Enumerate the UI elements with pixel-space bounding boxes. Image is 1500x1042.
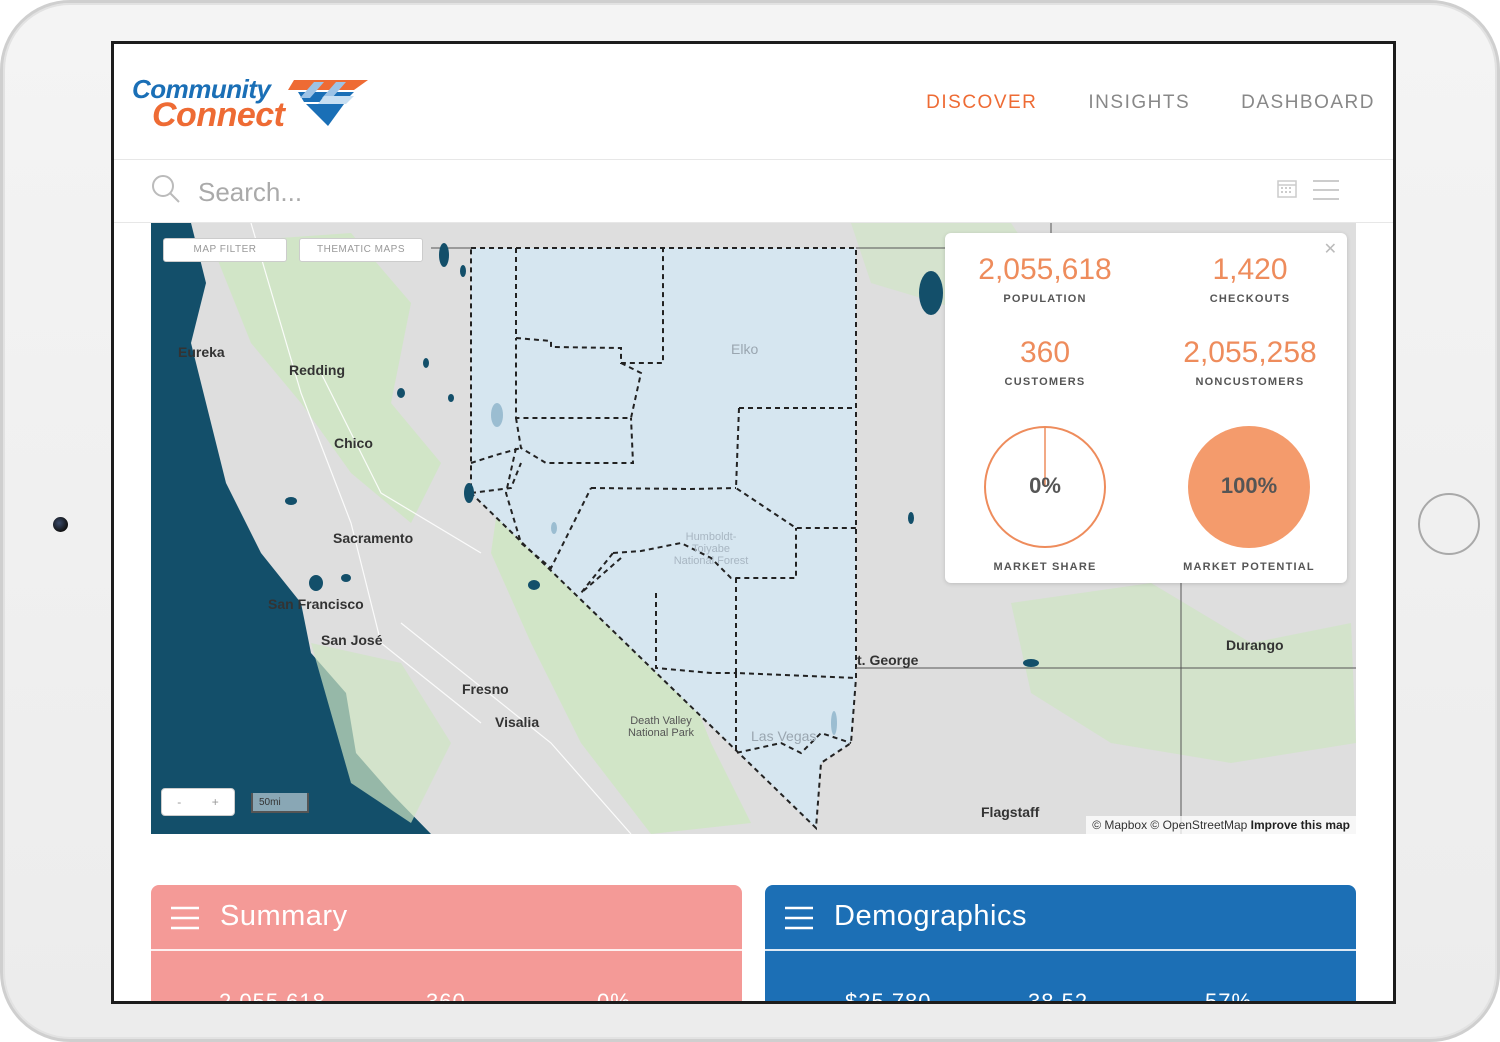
market-potential-pie: 100% [1187, 425, 1311, 549]
map-label-fresno: Fresno [462, 681, 509, 697]
summary-card-values: 2,055,618 360 0% [151, 951, 742, 1004]
community-connect-logo[interactable]: Community Connect [132, 74, 382, 134]
search-icon[interactable] [150, 173, 182, 205]
stat-checkouts-value: 1,420 [1212, 253, 1288, 286]
hamburger-icon[interactable] [785, 906, 813, 930]
map-label-san-francisco: San Francisco [268, 596, 364, 612]
stat-population: 2,055,618 POPULATION [945, 253, 1145, 305]
map-label-flagstaff: Flagstaff [981, 804, 1040, 820]
demographics-value-2: 38.52 [1028, 989, 1089, 1004]
map-label-elko: Elko [731, 341, 759, 357]
map-label-chico: Chico [334, 435, 373, 451]
map-label-death-valley: Death Valley National Park [627, 715, 695, 739]
map-label-eureka: Eureka [178, 344, 225, 360]
demographics-card[interactable]: Demographics $25,780 38.52 57% [765, 885, 1356, 1004]
hamburger-icon[interactable] [171, 906, 199, 930]
calendar-icon[interactable] [1277, 178, 1297, 198]
market-share-label: MARKET SHARE [993, 561, 1097, 573]
market-potential-label: MARKET POTENTIAL [1183, 561, 1315, 573]
home-button[interactable] [1418, 493, 1480, 555]
map-label-st-george: t. George [857, 652, 919, 668]
market-potential-value: 100% [1220, 473, 1278, 498]
map-label-durango: Durango [1226, 637, 1284, 653]
thematic-maps-button[interactable]: THEMATIC MAPS [299, 238, 423, 262]
app-screen: Community Connect DISCOVER INSIGHTS DASH… [111, 41, 1396, 1004]
market-share-pie: 0% [983, 425, 1107, 549]
summary-value-2: 360 [426, 989, 466, 1004]
summary-value-1: 2,055,618 [219, 989, 326, 1004]
demographics-value-1: $25,780 [845, 989, 932, 1004]
demographics-card-title: Demographics [834, 900, 1027, 932]
zoom-control: - + [161, 788, 235, 816]
summary-card[interactable]: Summary 2,055,618 360 0% [151, 885, 742, 1004]
stat-population-label: POPULATION [1003, 293, 1087, 305]
stats-panel: ✕ 2,055,618 POPULATION 1,420 CHECKOUTS 3… [945, 233, 1347, 583]
demographics-value-3: 57% [1205, 989, 1253, 1004]
map-label-sacramento: Sacramento [333, 530, 414, 546]
zoom-in-button[interactable]: + [212, 795, 219, 809]
stat-customers-label: CUSTOMERS [1004, 376, 1086, 388]
improve-map-link[interactable]: Improve this map [1251, 818, 1350, 832]
stat-population-value: 2,055,618 [978, 253, 1112, 286]
logo-mark-icon [288, 80, 368, 126]
search-input[interactable] [198, 172, 798, 212]
map-label-humboldt: Humboldt-Toiyabe National Forest [673, 531, 749, 567]
list-menu-icon[interactable] [1313, 179, 1339, 201]
nav-dashboard[interactable]: DASHBOARD [1241, 92, 1375, 114]
zoom-out-button[interactable]: - [177, 795, 181, 809]
logo-text-connect: Connect [152, 96, 285, 134]
app-header: Community Connect DISCOVER INSIGHTS DASH… [114, 44, 1393, 160]
camera-lens [53, 517, 68, 532]
market-share-value: 0% [1029, 473, 1061, 498]
map-label-las-vegas: Las Vegas [751, 728, 817, 744]
nav-discover[interactable]: DISCOVER [926, 92, 1037, 114]
map-scale: 50mi [251, 793, 309, 813]
map-label-san-jose: San José [321, 632, 383, 648]
map-attribution: © Mapbox © OpenStreetMap Improve this ma… [1086, 816, 1356, 834]
stat-noncustomers-value: 2,055,258 [1183, 336, 1317, 369]
stat-checkouts-label: CHECKOUTS [1209, 293, 1291, 305]
stat-checkouts: 1,420 CHECKOUTS [1150, 253, 1350, 305]
demographics-card-header: Demographics [765, 885, 1356, 951]
tablet-frame: Community Connect DISCOVER INSIGHTS DASH… [0, 0, 1500, 1042]
stat-customers: 360 CUSTOMERS [945, 336, 1145, 388]
map-filter-button[interactable]: MAP FILTER [163, 238, 287, 262]
stat-noncustomers: 2,055,258 NONCUSTOMERS [1150, 336, 1350, 388]
summary-card-header: Summary [151, 885, 742, 951]
summary-value-3: 0% [597, 989, 631, 1004]
nav-insights[interactable]: INSIGHTS [1088, 92, 1190, 114]
map-view[interactable]: MAP FILTER THEMATIC MAPS Eureka Redding … [151, 223, 1356, 834]
main-nav: DISCOVER INSIGHTS DASHBOARD [893, 92, 1393, 114]
map-label-visalia: Visalia [495, 714, 540, 730]
search-bar [114, 161, 1393, 223]
stat-customers-value: 360 [1019, 336, 1071, 369]
attribution-text[interactable]: © Mapbox © OpenStreetMap [1092, 818, 1247, 832]
stat-noncustomers-label: NONCUSTOMERS [1195, 376, 1305, 388]
summary-card-title: Summary [220, 900, 348, 932]
map-label-redding: Redding [289, 362, 345, 378]
demographics-card-values: $25,780 38.52 57% [765, 951, 1356, 1004]
